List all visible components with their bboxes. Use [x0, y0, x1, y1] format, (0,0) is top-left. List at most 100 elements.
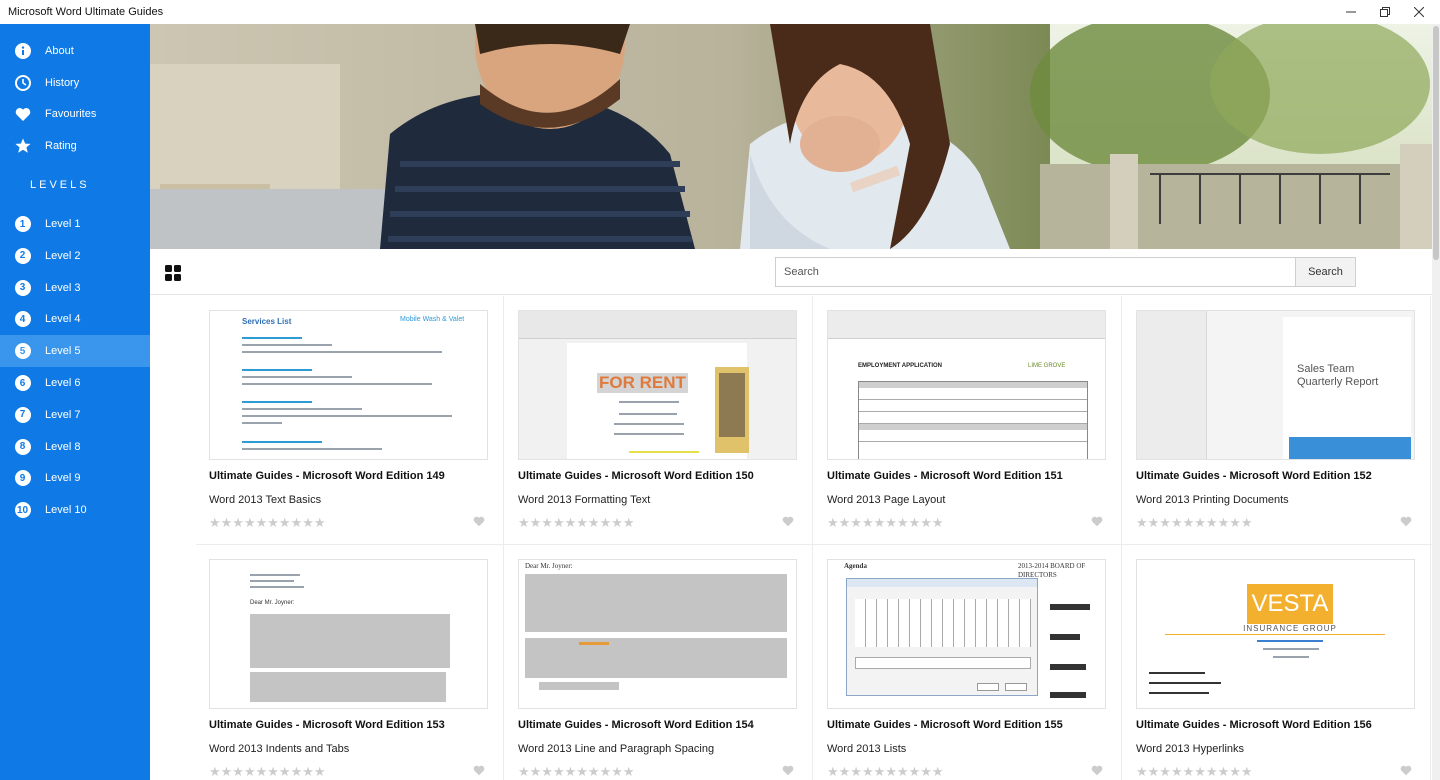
- sidebar-item-level-5[interactable]: 5 Level 5: [0, 335, 150, 368]
- column-divider: [812, 545, 813, 780]
- sidebar-item-level-7[interactable]: 7 Level 7: [0, 399, 150, 431]
- minimize-button[interactable]: [1334, 0, 1368, 24]
- level-number-icon: 2: [14, 247, 31, 264]
- levels-heading: LEVELS: [30, 179, 90, 192]
- guide-card[interactable]: Services List Mobile Wash & Valet Ultima…: [196, 296, 505, 544]
- close-button[interactable]: [1402, 0, 1436, 24]
- main-content: Search Services List Mobile Wash & Valet: [150, 24, 1440, 780]
- sidebar-item-favourites[interactable]: Favourites: [0, 99, 150, 131]
- sidebar-item-label: Level 5: [45, 345, 81, 358]
- sidebar-item-level-10[interactable]: 10 Level 10: [0, 494, 150, 526]
- thumb-logo: INSURANCE GROUP: [1243, 624, 1337, 633]
- rating-stars[interactable]: ★★★★★★★★★★: [518, 764, 635, 780]
- rating-stars[interactable]: ★★★★★★★★★★: [209, 515, 326, 531]
- guide-card[interactable]: VESTA INSURANCE GROUP Ultimate Guides - …: [1123, 545, 1432, 780]
- sidebar-item-label: Level 1: [45, 218, 81, 231]
- card-thumbnail: Dear Mr. Joyner:: [518, 559, 797, 709]
- card-subtitle: Word 2013 Printing Documents: [1136, 494, 1289, 506]
- column-divider: [503, 296, 504, 544]
- card-title: Ultimate Guides - Microsoft Word Edition…: [209, 719, 445, 731]
- level-number-icon: 6: [14, 375, 31, 392]
- sidebar: About History Favourites Rating LEVELS 1…: [0, 24, 150, 780]
- guide-card[interactable]: Sales Team Quarterly Report Ultimate Gui…: [1123, 296, 1432, 544]
- thumb-logo: Mobile Wash & Valet: [400, 316, 465, 323]
- sidebar-item-label: Level 9: [45, 472, 81, 485]
- sidebar-item-label: History: [45, 76, 80, 89]
- thumb-heading: EMPLOYMENT APPLICATION: [858, 363, 942, 369]
- sidebar-item-label: Level 8: [45, 440, 81, 453]
- minimize-icon: [1346, 11, 1356, 13]
- favourite-heart-icon[interactable]: [473, 765, 485, 776]
- guide-card[interactable]: Dear Mr. Joyner: Ultimate Guides - Micro…: [505, 545, 814, 780]
- level-number: 9: [14, 470, 31, 487]
- favourite-heart-icon[interactable]: [1400, 516, 1412, 527]
- level-number: 2: [14, 247, 31, 264]
- vertical-scrollbar[interactable]: [1432, 24, 1440, 780]
- sidebar-item-level-3[interactable]: 3 Level 3: [0, 272, 150, 304]
- thumb-heading: FOR RENT: [597, 373, 688, 393]
- card-title: Ultimate Guides - Microsoft Word Edition…: [518, 470, 754, 482]
- rating-stars[interactable]: ★★★★★★★★★★: [209, 764, 326, 780]
- column-divider: [1121, 296, 1122, 544]
- card-title: Ultimate Guides - Microsoft Word Edition…: [1136, 470, 1372, 482]
- search-button[interactable]: Search: [1295, 258, 1355, 286]
- rating-stars[interactable]: ★★★★★★★★★★: [827, 515, 944, 531]
- thumb-heading: Agenda: [844, 562, 867, 570]
- sidebar-item-level-6[interactable]: 6 Level 6: [0, 367, 150, 399]
- level-number-icon: 3: [14, 279, 31, 296]
- card-title: Ultimate Guides - Microsoft Word Edition…: [827, 719, 1063, 731]
- rating-stars[interactable]: ★★★★★★★★★★: [1136, 764, 1253, 780]
- favourite-heart-icon[interactable]: [1400, 765, 1412, 776]
- scrollbar-thumb[interactable]: [1433, 26, 1439, 260]
- thumb-heading: Services List: [242, 317, 292, 326]
- guide-card[interactable]: FOR RENT Ultimate Guides - Microsoft Wor…: [505, 296, 814, 544]
- sidebar-item-level-4[interactable]: 4 Level 4: [0, 304, 150, 336]
- card-subtitle: Word 2013 Lists: [827, 743, 907, 755]
- restore-button[interactable]: [1368, 0, 1402, 24]
- title-bar: Microsoft Word Ultimate Guides: [0, 0, 1440, 24]
- sidebar-item-label: Level 10: [45, 504, 87, 517]
- rating-stars[interactable]: ★★★★★★★★★★: [518, 515, 635, 531]
- favourite-heart-icon[interactable]: [1091, 516, 1103, 527]
- level-number: 1: [14, 216, 31, 233]
- level-number: 6: [14, 375, 31, 392]
- thumb-heading: Dear Mr. Joyner:: [525, 562, 573, 570]
- sidebar-item-label: Favourites: [45, 108, 97, 121]
- level-number: 8: [14, 438, 31, 455]
- hero-banner: [150, 24, 1432, 249]
- grid-view-icon[interactable]: [165, 265, 181, 281]
- sidebar-item-level-8[interactable]: 8 Level 8: [0, 431, 150, 463]
- favourite-heart-icon[interactable]: [1091, 765, 1103, 776]
- guide-card[interactable]: EMPLOYMENT APPLICATION LIME GROVE Ultima…: [814, 296, 1123, 544]
- thumb-heading: VESTA: [1251, 590, 1329, 617]
- sidebar-item-label: Rating: [45, 140, 77, 153]
- thumb-logo: LIME GROVE: [1028, 363, 1066, 369]
- clock-icon: [14, 74, 31, 91]
- sidebar-item-level-2[interactable]: 2 Level 2: [0, 240, 150, 272]
- level-number-icon: 9: [14, 470, 31, 487]
- card-title: Ultimate Guides - Microsoft Word Edition…: [209, 470, 445, 482]
- card-subtitle: Word 2013 Hyperlinks: [1136, 743, 1245, 755]
- favourite-heart-icon[interactable]: [782, 765, 794, 776]
- guide-card[interactable]: Agenda 2013-2014 BOARD OF DIRECTORS Ulti…: [814, 545, 1123, 780]
- guide-card[interactable]: Dear Mr. Joyner: Ultimate Guides - Micro…: [196, 545, 505, 780]
- sidebar-item-about[interactable]: About: [0, 35, 150, 67]
- rating-stars[interactable]: ★★★★★★★★★★: [827, 764, 944, 780]
- card-subtitle: Word 2013 Indents and Tabs: [209, 743, 350, 755]
- sidebar-item-level-9[interactable]: 9 Level 9: [0, 463, 150, 495]
- rating-stars[interactable]: ★★★★★★★★★★: [1136, 515, 1253, 531]
- search-input[interactable]: [776, 258, 1295, 286]
- toolbar: Search: [150, 249, 1432, 295]
- card-thumbnail: Agenda 2013-2014 BOARD OF DIRECTORS: [827, 559, 1106, 709]
- level-number-icon: 1: [14, 216, 31, 233]
- level-number: 4: [14, 311, 31, 328]
- favourite-heart-icon[interactable]: [473, 516, 485, 527]
- hero-photo: [150, 24, 1432, 249]
- favourite-heart-icon[interactable]: [782, 516, 794, 527]
- sidebar-item-history[interactable]: History: [0, 67, 150, 99]
- restore-icon: [1380, 7, 1390, 17]
- sidebar-item-level-1[interactable]: 1 Level 1: [0, 208, 150, 240]
- sidebar-item-rating[interactable]: Rating: [0, 130, 150, 162]
- info-icon: [14, 42, 31, 59]
- sidebar-item-label: Level 6: [45, 377, 81, 390]
